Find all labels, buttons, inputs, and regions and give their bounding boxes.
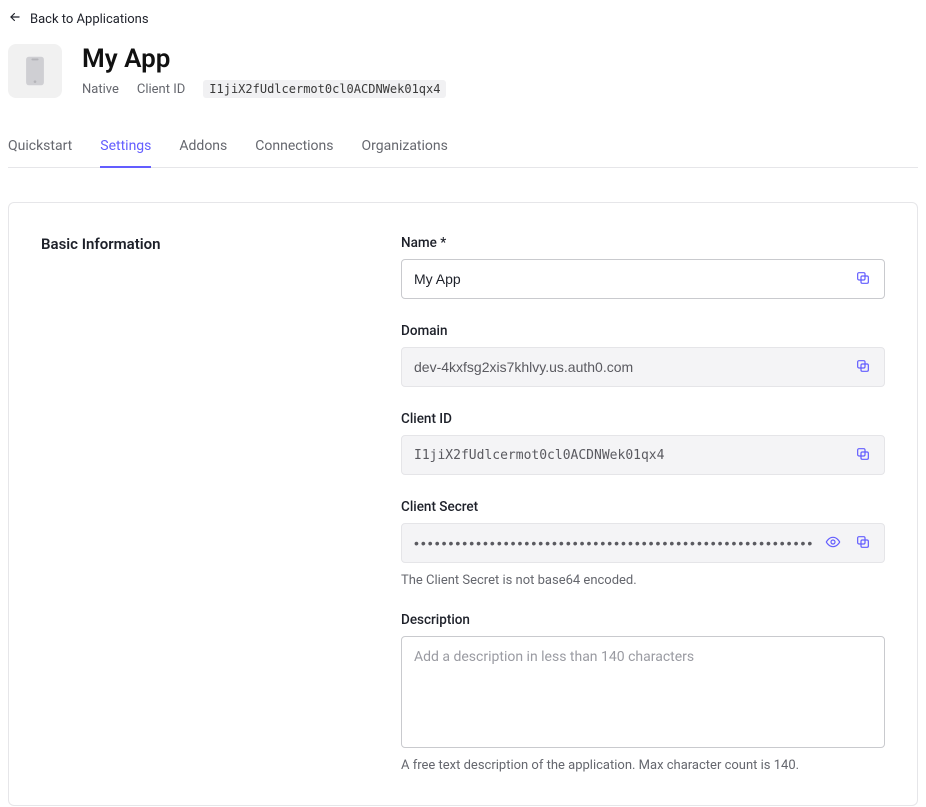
client-secret-label: Client Secret: [401, 499, 885, 515]
tab-quickstart[interactable]: Quickstart: [8, 138, 72, 168]
domain-label: Domain: [401, 323, 885, 339]
client-id-inline: I1jiX2fUdlcermot0cl0ACDNWek01qx4: [203, 80, 446, 98]
field-client-id: Client ID: [401, 411, 885, 475]
copy-domain-button[interactable]: [849, 353, 877, 381]
app-icon: [8, 44, 62, 98]
app-type: Native: [82, 82, 119, 97]
reveal-client-secret-button[interactable]: [819, 529, 847, 557]
tab-connections[interactable]: Connections: [255, 138, 333, 168]
field-description: Description A free text description of t…: [401, 612, 885, 773]
app-title: My App: [82, 44, 446, 74]
client-id-input: [401, 435, 885, 475]
client-id-field-label: Client ID: [401, 411, 885, 427]
client-secret-help: The Client Secret is not base64 encoded.: [401, 573, 885, 588]
client-secret-input: [401, 523, 885, 563]
back-to-applications-link[interactable]: Back to Applications: [8, 8, 149, 30]
tab-addons[interactable]: Addons: [179, 138, 227, 168]
name-label: Name *: [401, 235, 885, 251]
tab-settings[interactable]: Settings: [100, 138, 151, 168]
back-link-label: Back to Applications: [30, 12, 149, 27]
copy-icon: [855, 534, 871, 553]
tab-organizations[interactable]: Organizations: [362, 138, 448, 168]
copy-icon: [855, 270, 871, 289]
tabs: Quickstart Settings Addons Connections O…: [8, 138, 918, 168]
section-basic-information: Basic Information: [41, 235, 361, 773]
copy-icon: [855, 358, 871, 377]
description-textarea[interactable]: [401, 636, 885, 748]
name-input[interactable]: [401, 259, 885, 299]
field-name: Name *: [401, 235, 885, 299]
description-label: Description: [401, 612, 885, 628]
client-id-label: Client ID: [137, 82, 185, 97]
copy-client-secret-button[interactable]: [849, 529, 877, 557]
copy-icon: [855, 446, 871, 465]
domain-input: [401, 347, 885, 387]
settings-panel: Basic Information Name * Domain: [8, 202, 918, 806]
arrow-left-icon: [8, 10, 22, 28]
field-client-secret: Client Secret The Client Secret is not b…: [401, 499, 885, 588]
description-help: A free text description of the applicati…: [401, 758, 885, 773]
copy-client-id-button[interactable]: [849, 441, 877, 469]
copy-name-button[interactable]: [849, 265, 877, 293]
eye-icon: [825, 534, 841, 553]
mobile-device-icon: [24, 55, 46, 87]
field-domain: Domain: [401, 323, 885, 387]
app-header: My App Native Client ID I1jiX2fUdlcermot…: [8, 44, 918, 98]
